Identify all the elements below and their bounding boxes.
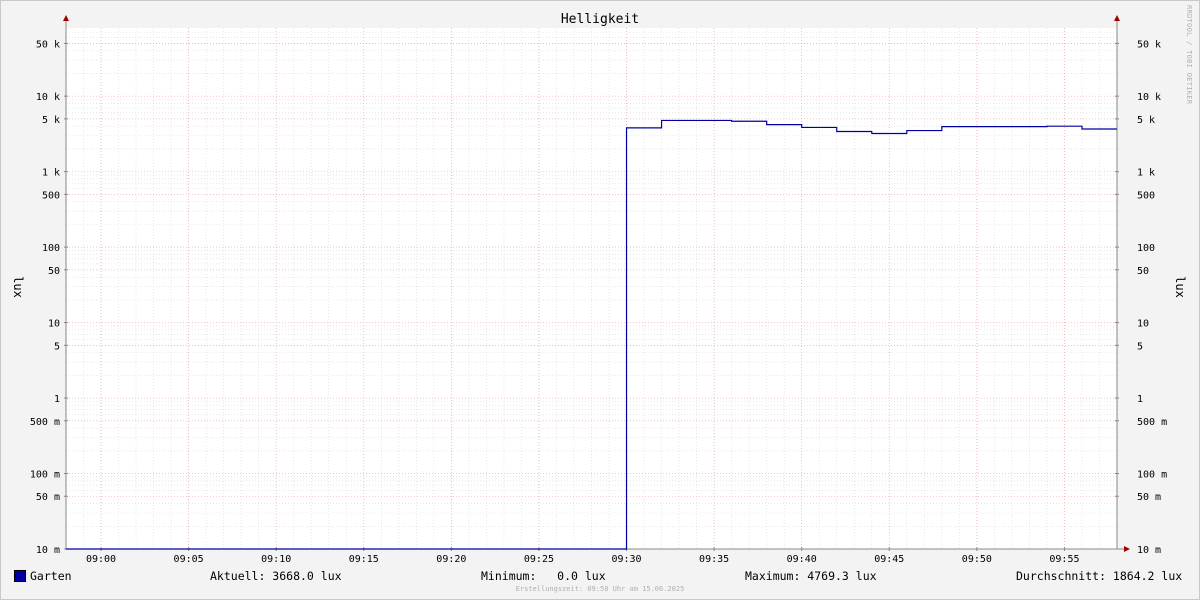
y-tick-label-left: 500 m xyxy=(30,417,60,428)
y-axis-arrow-right xyxy=(1114,15,1120,21)
y-axis-label-left: lux xyxy=(11,276,25,298)
legend-current: Aktuell: 3668.0 lux xyxy=(210,569,342,583)
y-tick-label-right: 100 m xyxy=(1137,470,1167,481)
x-tick-label: 09:50 xyxy=(962,554,992,565)
y-tick-label-left: 100 xyxy=(42,243,60,254)
y-tick-label-left: 500 xyxy=(42,190,60,201)
y-tick-label-right: 10 xyxy=(1137,319,1149,330)
y-tick-label-left: 50 m xyxy=(36,492,60,503)
creation-time-footer: Erstellungszeit: 09:58 Uhr am 15.06.2025 xyxy=(515,585,685,593)
brightness-chart: Helligkeit lux lux 50 k 50 k 10 k 10 k 5 k 5 … xyxy=(11,12,1187,565)
y-tick-label-left: 10 k xyxy=(36,92,60,103)
y-tick-label-left: 10 xyxy=(48,319,60,330)
x-tick-label: 09:35 xyxy=(699,554,729,565)
x-tick-label: 09:05 xyxy=(174,554,204,565)
y-tick-label-left: 1 xyxy=(54,394,60,405)
legend-minimum: Minimum: 0.0 lux xyxy=(481,569,606,583)
y-tick-label-left: 50 xyxy=(48,266,60,277)
y-tick-label-left: 100 m xyxy=(30,470,60,481)
x-tick-label: 09:40 xyxy=(787,554,817,565)
y-tick-label-right: 500 xyxy=(1137,190,1155,201)
y-tick-label-right: 50 k xyxy=(1137,39,1161,50)
legend-average: Durchschnitt: 1864.2 lux xyxy=(1016,569,1183,583)
x-tick-label: 09:25 xyxy=(524,554,554,565)
x-tick-label: 09:10 xyxy=(261,554,291,565)
x-tick-label: 09:55 xyxy=(1049,554,1079,565)
y-axis-label-right: lux xyxy=(1173,276,1187,298)
y-tick-label-left: 5 xyxy=(54,341,60,352)
x-axis-arrow xyxy=(1124,546,1130,552)
y-tick-label-right: 10 k xyxy=(1137,92,1161,103)
y-axis-arrow-left xyxy=(63,15,69,21)
x-tick-label: 09:15 xyxy=(349,554,379,565)
y-tick-label-right: 1 k xyxy=(1137,168,1155,179)
y-tick-label-right: 1 xyxy=(1137,394,1143,405)
x-tick-label: 09:00 xyxy=(86,554,116,565)
chart-title: Helligkeit xyxy=(561,12,639,27)
y-tick-label-left: 1 k xyxy=(42,168,60,179)
y-tick-label-right: 10 m xyxy=(1137,545,1161,556)
x-tick-label: 09:45 xyxy=(874,554,904,565)
x-tick-label: 09:30 xyxy=(611,554,641,565)
legend-maximum: Maximum: 4769.3 lux xyxy=(745,569,877,583)
y-tick-label-left: 50 k xyxy=(36,39,60,50)
y-tick-label-right: 100 xyxy=(1137,243,1155,254)
y-tick-label-left: 5 k xyxy=(42,115,60,126)
x-tick-label: 09:20 xyxy=(436,554,466,565)
y-tick-label-right: 5 k xyxy=(1137,115,1155,126)
y-tick-label-left: 10 m xyxy=(36,545,60,556)
y-tick-label-right: 500 m xyxy=(1137,417,1167,428)
y-tick-label-right: 50 m xyxy=(1137,492,1161,503)
y-tick-label-right: 50 xyxy=(1137,266,1149,277)
legend-series-name: Garten xyxy=(30,569,72,583)
legend-swatch-garten xyxy=(14,570,26,582)
rrdtool-watermark: RRDTOOL / TOBI OETIKER xyxy=(1185,5,1193,105)
y-tick-label-right: 5 xyxy=(1137,341,1143,352)
